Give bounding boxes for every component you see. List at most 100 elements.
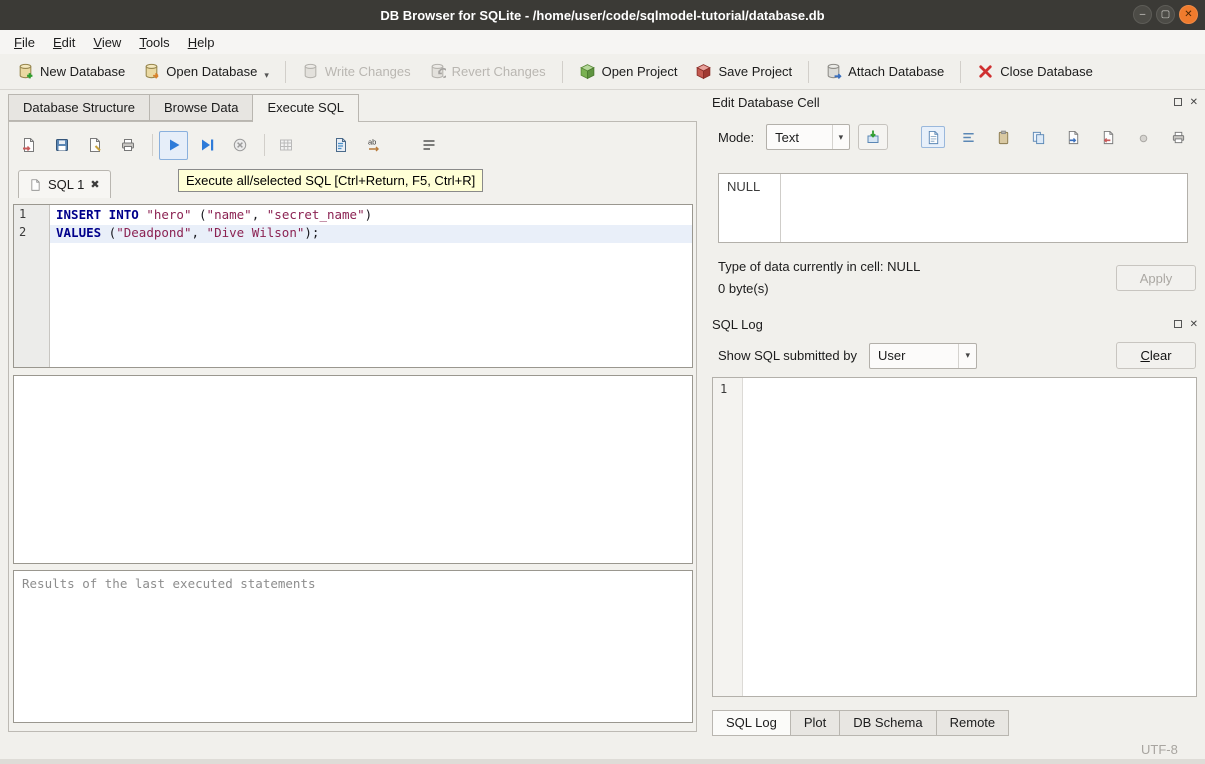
save-sql-as-button[interactable]	[80, 131, 109, 160]
cell-value: NULL	[727, 179, 760, 194]
code-area[interactable]: INSERT INTO "hero" ("name", "secret_name…	[50, 205, 692, 367]
sql-toolbar-separator	[152, 134, 153, 156]
main-tab-bar: Database Structure Browse Data Execute S…	[8, 94, 358, 121]
new-database-button[interactable]: New Database	[8, 58, 134, 85]
code-line[interactable]: VALUES ("Deadpond", "Dive Wilson");	[50, 225, 692, 243]
svg-text:ab: ab	[368, 138, 376, 147]
print-cell-button[interactable]	[1166, 126, 1190, 148]
menu-tools[interactable]: Tools	[130, 32, 178, 53]
stop-execution-button[interactable]	[225, 131, 254, 160]
tab-sql-log[interactable]: SQL Log	[712, 710, 791, 736]
copy-button[interactable]	[1026, 126, 1050, 148]
submitted-by-select[interactable]: User ▾	[869, 343, 977, 369]
sql-editor[interactable]: 12 INSERT INTO "hero" ("name", "secret_n…	[13, 204, 693, 368]
tab-database-structure[interactable]: Database Structure	[8, 94, 150, 121]
revert-changes-button[interactable]: Revert Changes	[420, 58, 555, 85]
copy-icon	[1031, 130, 1046, 145]
import-file-button[interactable]	[1061, 126, 1085, 148]
tab-plot[interactable]: Plot	[790, 710, 840, 736]
word-wrap-icon	[421, 137, 437, 153]
menu-help[interactable]: Help	[179, 32, 224, 53]
attach-database-button[interactable]: Attach Database	[816, 58, 953, 85]
results-message-area[interactable]: Results of the last executed statements	[13, 570, 693, 723]
close-window-button[interactable]: ✕	[1179, 5, 1198, 24]
clear-log-button[interactable]: Clear	[1116, 342, 1196, 369]
tab-execute-sql[interactable]: Execute SQL	[252, 94, 359, 122]
tab-browse-data[interactable]: Browse Data	[149, 94, 253, 121]
titlebar[interactable]: DB Browser for SQLite - /home/user/code/…	[0, 0, 1205, 30]
write-changes-button[interactable]: Write Changes	[293, 58, 420, 85]
maximize-button[interactable]: ▢	[1156, 5, 1175, 24]
toolbar-separator	[285, 61, 286, 83]
sql-log-header: SQL Log ✕	[712, 315, 1198, 333]
close-panel-icon[interactable]: ✕	[1190, 97, 1198, 108]
open-database-icon	[143, 63, 160, 80]
apply-label: Apply	[1140, 271, 1173, 286]
word-wrap-cell-button[interactable]	[956, 126, 980, 148]
execute-sql-panel: ab SQL 1 ✖ 12 INSERT INTO "hero" ("name"…	[8, 121, 697, 732]
chevron-down-icon: ▾	[832, 125, 850, 149]
open-database-button[interactable]: Open Database ▾	[134, 58, 278, 85]
sql-log-view[interactable]: 1	[712, 377, 1197, 697]
save-sql-file-button[interactable]	[47, 131, 76, 160]
close-window-icon: ✕	[1184, 9, 1192, 20]
sql-toolbar: ab	[14, 129, 447, 161]
open-database-dropdown-icon[interactable]: ▾	[264, 70, 269, 81]
menubar: File Edit View Tools Help	[0, 30, 1205, 54]
close-panel-icon[interactable]: ✕	[1190, 319, 1198, 330]
menu-edit[interactable]: Edit	[44, 32, 84, 53]
submitted-by-value: User	[878, 348, 905, 363]
close-database-icon	[977, 63, 994, 80]
results-placeholder: Results of the last executed statements	[22, 576, 316, 591]
close-database-label: Close Database	[1000, 64, 1093, 79]
import-data-button[interactable]	[858, 124, 888, 150]
text-document-icon	[926, 130, 941, 145]
bottom-tab-bar: SQL Log Plot DB Schema Remote	[712, 710, 1008, 736]
execute-tooltip: Execute all/selected SQL [Ctrl+Return, F…	[178, 169, 483, 192]
find-replace-button[interactable]: ab	[359, 131, 388, 160]
edit-cell-title: Edit Database Cell	[712, 95, 820, 110]
toolbar-separator	[960, 61, 961, 83]
open-sql-new-tab-button[interactable]	[326, 131, 355, 160]
sql-editor-tab[interactable]: SQL 1 ✖	[18, 170, 111, 198]
cell-size-info: 0 byte(s)	[718, 281, 769, 296]
maximize-icon: ▢	[1161, 9, 1170, 20]
save-results-button[interactable]	[271, 131, 300, 160]
paste-button[interactable]	[991, 126, 1015, 148]
tab-db-schema[interactable]: DB Schema	[839, 710, 936, 736]
import-data-icon	[865, 129, 881, 145]
results-grid[interactable]	[13, 375, 693, 564]
menu-view[interactable]: View	[84, 32, 130, 53]
tab-remote[interactable]: Remote	[936, 710, 1010, 736]
new-database-label: New Database	[40, 64, 125, 79]
new-database-icon	[17, 63, 34, 80]
float-panel-icon[interactable]	[1174, 98, 1182, 106]
export-file-button[interactable]	[1096, 126, 1120, 148]
execute-current-line-button[interactable]	[192, 131, 221, 160]
minimize-icon: –	[1140, 9, 1146, 20]
set-null-button[interactable]	[1131, 126, 1155, 148]
menu-file[interactable]: File	[5, 32, 44, 53]
save-project-button[interactable]: Save Project	[686, 58, 801, 85]
write-changes-label: Write Changes	[325, 64, 411, 79]
open-database-label: Open Database	[166, 64, 257, 79]
text-view-button[interactable]	[921, 126, 945, 148]
execute-all-button[interactable]	[159, 131, 188, 160]
export-file-icon	[1101, 130, 1116, 145]
clear-label: Clear	[1140, 348, 1171, 363]
mode-select[interactable]: Text ▾	[766, 124, 850, 150]
close-tab-icon[interactable]: ✖	[90, 178, 99, 191]
code-line[interactable]: INSERT INTO "hero" ("name", "secret_name…	[50, 207, 692, 225]
float-panel-icon[interactable]	[1174, 320, 1182, 328]
apply-button[interactable]: Apply	[1116, 265, 1196, 291]
open-project-button[interactable]: Open Project	[570, 58, 687, 85]
open-sql-file-button[interactable]	[14, 131, 43, 160]
open-sql-file-icon	[21, 137, 37, 153]
print-sql-button[interactable]	[113, 131, 142, 160]
close-database-button[interactable]: Close Database	[968, 58, 1102, 85]
word-wrap-button[interactable]	[414, 131, 443, 160]
revert-changes-icon	[429, 63, 446, 80]
edit-cell-header: Edit Database Cell ✕	[712, 93, 1198, 111]
minimize-button[interactable]: –	[1133, 5, 1152, 24]
cell-editor[interactable]: NULL	[718, 173, 1188, 243]
